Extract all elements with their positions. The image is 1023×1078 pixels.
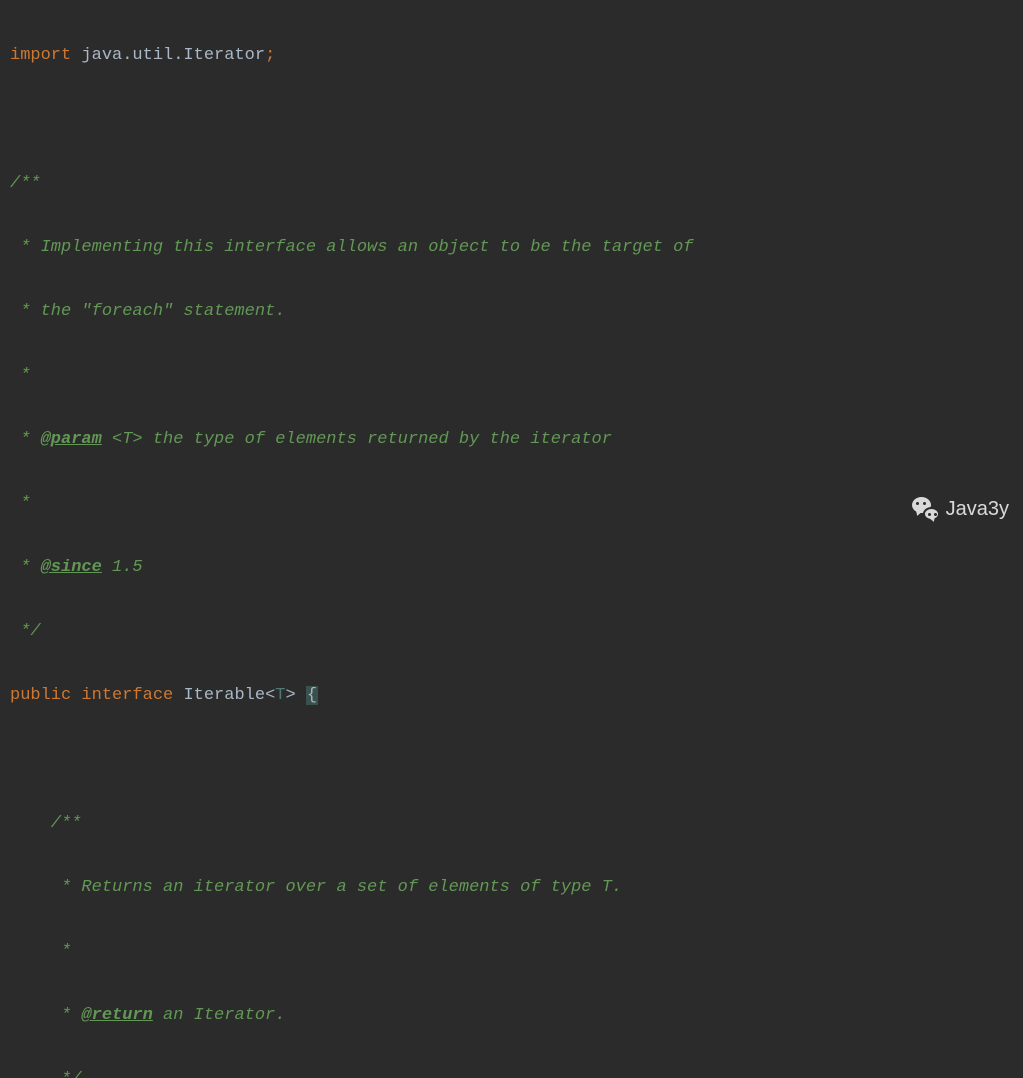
code-line: * @return an Iterator. — [10, 1000, 1023, 1032]
javadoc-close: */ — [10, 622, 41, 641]
javadoc-since-tag: @since — [41, 558, 102, 577]
angle-bracket: < — [265, 686, 275, 705]
javadoc-star: * — [10, 558, 30, 577]
javadoc-text: * Returns an iterator over a set of elem… — [10, 878, 622, 897]
code-line: * — [10, 936, 1023, 968]
javadoc-text: * the "foreach" statement. — [10, 302, 285, 321]
code-line: public interface Iterable<T> { — [10, 680, 1023, 712]
keyword-public: public — [10, 686, 81, 705]
code-line: * Implementing this interface allows an … — [10, 232, 1023, 264]
javadoc-close: */ — [10, 1070, 81, 1078]
code-line: * @param <T> the type of elements return… — [10, 424, 1023, 456]
code-line: * Returns an iterator over a set of elem… — [10, 872, 1023, 904]
code-editor[interactable]: import java.util.Iterator; /** * Impleme… — [0, 0, 1023, 1078]
code-line: /** — [10, 168, 1023, 200]
semicolon: ; — [265, 46, 275, 65]
javadoc-return-tag: @return — [81, 1006, 152, 1025]
watermark: Java3y — [912, 493, 1009, 525]
javadoc-param-type: <T> — [102, 430, 143, 449]
code-line: */ — [10, 1064, 1023, 1078]
code-line-blank — [10, 744, 1023, 776]
code-line: /** — [10, 808, 1023, 840]
code-line: * @since 1.5 — [10, 552, 1023, 584]
javadoc-open: /** — [10, 174, 41, 193]
type-parameter: T — [275, 686, 285, 705]
code-line: */ — [10, 616, 1023, 648]
keyword-interface: interface — [81, 686, 173, 705]
javadoc-star: * — [10, 430, 30, 449]
code-line: * the "foreach" statement. — [10, 296, 1023, 328]
code-line: * — [10, 488, 1023, 520]
code-line: * — [10, 360, 1023, 392]
keyword-import: import — [10, 46, 71, 65]
wechat-icon — [912, 497, 940, 521]
javadoc-star: * — [10, 366, 30, 385]
code-line: import java.util.Iterator; — [10, 40, 1023, 72]
import-path: java.util.Iterator — [71, 46, 265, 65]
javadoc-param-text: the type of elements returned by the ite… — [143, 430, 612, 449]
javadoc-text: * Implementing this interface allows an … — [10, 238, 694, 257]
javadoc-since-text: 1.5 — [102, 558, 143, 577]
javadoc-param-tag: @param — [41, 430, 102, 449]
javadoc-star: * — [10, 942, 71, 961]
javadoc-return-text: an Iterator. — [153, 1006, 286, 1025]
javadoc-star: * — [10, 1006, 71, 1025]
watermark-text: Java3y — [946, 493, 1009, 525]
angle-bracket: > — [285, 686, 295, 705]
code-line-blank — [10, 104, 1023, 136]
javadoc-star: * — [10, 494, 30, 513]
brace-open: { — [306, 686, 318, 705]
javadoc-open: /** — [10, 814, 81, 833]
interface-name: Iterable — [173, 686, 265, 705]
